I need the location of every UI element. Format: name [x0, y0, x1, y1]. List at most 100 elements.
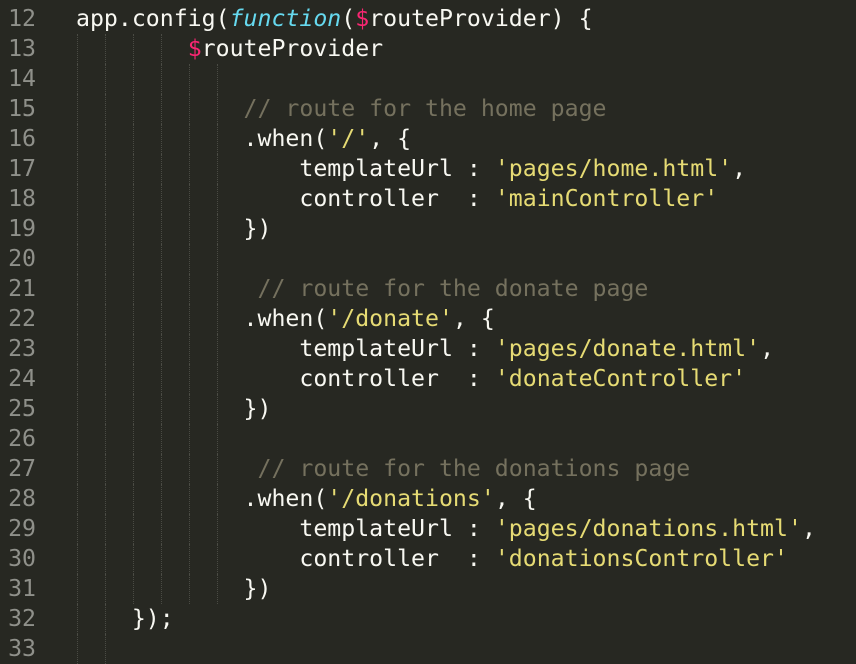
- code-line[interactable]: 12 app.config(function($routeProvider) {: [0, 4, 856, 34]
- code-line[interactable]: 24 controller : 'donateController': [0, 364, 856, 394]
- indent-guide: [133, 244, 134, 274]
- code-line[interactable]: 16 .when('/', {: [0, 124, 856, 154]
- token-plain: .when(: [76, 125, 328, 152]
- code-line[interactable]: 28 .when('/donations', {: [0, 484, 856, 514]
- token-plain: app.config(: [76, 5, 230, 32]
- code-line[interactable]: 17 templateUrl : 'pages/home.html',: [0, 154, 856, 184]
- line-number: 31: [8, 575, 36, 602]
- token-plain: }): [76, 395, 272, 422]
- indent-guide: [77, 64, 78, 94]
- indent-guide: [217, 64, 218, 94]
- code-line[interactable]: 27 // route for the donations page: [0, 454, 856, 484]
- indent-guide: [161, 424, 162, 454]
- line-number: 17: [8, 155, 36, 182]
- code-line[interactable]: 21 // route for the donate page: [0, 274, 856, 304]
- code-line[interactable]: 25 }): [0, 394, 856, 424]
- code-text: // route for the donate page: [76, 274, 648, 304]
- code-text: templateUrl : 'pages/donate.html',: [76, 334, 774, 364]
- code-line[interactable]: 33: [0, 634, 856, 664]
- code-text: // route for the home page: [76, 94, 607, 124]
- line-number: 25: [8, 395, 36, 422]
- token-var: $: [355, 5, 370, 32]
- line-number: 13: [8, 35, 36, 62]
- token-plain: }): [76, 215, 272, 242]
- token-plain: ,: [732, 155, 747, 182]
- line-number: 30: [8, 545, 36, 572]
- indent-guide: [77, 244, 78, 274]
- indent-guide: [133, 64, 134, 94]
- token-plain: }): [76, 575, 272, 602]
- line-number: 32: [8, 605, 36, 632]
- line-number: 20: [8, 245, 36, 272]
- code-line[interactable]: 22 .when('/donate', {: [0, 304, 856, 334]
- indent-guide: [77, 424, 78, 454]
- token-plain: templateUrl :: [76, 515, 495, 542]
- line-number: 12: [8, 5, 36, 32]
- code-text: templateUrl : 'pages/home.html',: [76, 154, 746, 184]
- line-number: 21: [8, 275, 36, 302]
- line-number: 23: [8, 335, 36, 362]
- code-line[interactable]: 18 controller : 'mainController': [0, 184, 856, 214]
- token-string: 'donateController': [494, 365, 747, 392]
- token-var: $: [187, 35, 202, 62]
- token-string: 'pages/donations.html': [494, 515, 802, 542]
- token-string: 'donationsController': [494, 545, 788, 572]
- code-text: .when('/donate', {: [76, 304, 495, 334]
- line-number: 29: [8, 515, 36, 542]
- token-plain: templateUrl :: [76, 335, 495, 362]
- token-plain: ,: [801, 515, 816, 542]
- indent-guide: [217, 244, 218, 274]
- code-line[interactable]: 15 // route for the home page: [0, 94, 856, 124]
- code-text: templateUrl : 'pages/donations.html',: [76, 514, 816, 544]
- line-number: 28: [8, 485, 36, 512]
- line-number: 33: [8, 635, 36, 662]
- code-text: .when('/', {: [76, 124, 412, 154]
- token-keyword: function: [229, 5, 342, 32]
- code-line[interactable]: 32 });: [0, 604, 856, 634]
- token-plain: controller :: [76, 545, 495, 572]
- code-text: controller : 'donateController': [76, 364, 746, 394]
- line-number: 16: [8, 125, 36, 152]
- code-text: // route for the donations page: [76, 454, 690, 484]
- code-line[interactable]: 31 }): [0, 574, 856, 604]
- line-number: 22: [8, 305, 36, 332]
- token-comment: // route for the home page: [243, 95, 607, 122]
- indent-guide: [105, 64, 106, 94]
- token-string: 'pages/home.html': [494, 155, 733, 182]
- code-line[interactable]: 20: [0, 244, 856, 274]
- code-line[interactable]: 29 templateUrl : 'pages/donations.html',: [0, 514, 856, 544]
- code-line[interactable]: 14: [0, 64, 856, 94]
- code-line[interactable]: 13 $routeProvider: [0, 34, 856, 64]
- token-plain: templateUrl :: [76, 155, 495, 182]
- indent-guide: [133, 424, 134, 454]
- token-plain: controller :: [76, 365, 495, 392]
- line-number: 27: [8, 455, 36, 482]
- code-text: controller : 'mainController': [76, 184, 718, 214]
- code-text: controller : 'donationsController': [76, 544, 788, 574]
- indent-guide: [77, 634, 78, 664]
- token-comment: // route for the donations page: [257, 455, 691, 482]
- code-line[interactable]: 26: [0, 424, 856, 454]
- code-text: $routeProvider: [76, 34, 383, 64]
- token-string: 'pages/donate.html': [494, 335, 761, 362]
- token-plain: .when(: [76, 485, 328, 512]
- indent-guide: [189, 424, 190, 454]
- code-line[interactable]: 23 templateUrl : 'pages/donate.html',: [0, 334, 856, 364]
- token-plain: controller :: [76, 185, 495, 212]
- indent-guide: [189, 64, 190, 94]
- token-plain: (: [341, 5, 356, 32]
- code-text: }): [76, 394, 272, 424]
- line-number: 15: [8, 95, 36, 122]
- line-number: 24: [8, 365, 36, 392]
- indent-guide: [189, 244, 190, 274]
- token-plain: , {: [494, 485, 537, 512]
- code-line[interactable]: 19 }): [0, 214, 856, 244]
- code-text: app.config(function($routeProvider) {: [76, 4, 593, 34]
- token-string: 'mainController': [494, 185, 719, 212]
- indent-guide: [161, 64, 162, 94]
- token-plain: routeProvider: [201, 35, 384, 62]
- code-line[interactable]: 30 controller : 'donationsController': [0, 544, 856, 574]
